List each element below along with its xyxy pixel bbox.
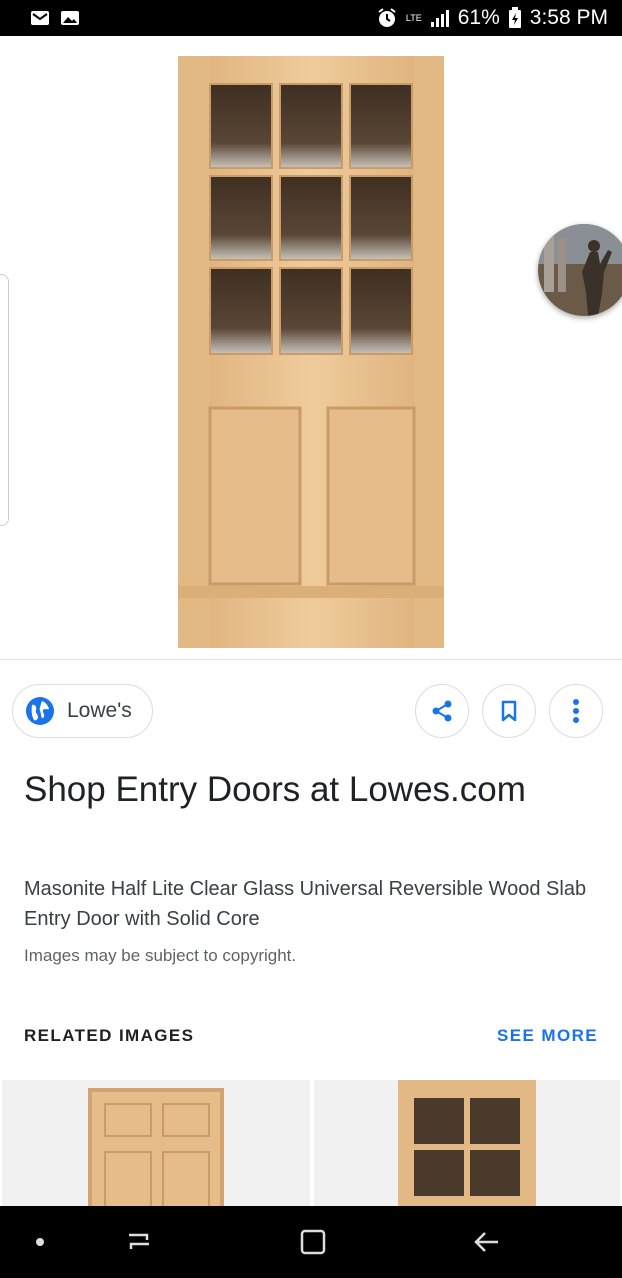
statue-thumbnail-image	[538, 224, 622, 316]
recent-apps-button[interactable]	[112, 1206, 166, 1278]
recent-apps-icon	[129, 1233, 149, 1249]
side-panel-handle[interactable]	[0, 274, 9, 526]
signal-icon	[430, 10, 449, 27]
home-icon	[300, 1229, 326, 1255]
related-image-thumbnail[interactable]	[2, 1080, 310, 1206]
alarm-icon	[378, 8, 396, 27]
divider	[0, 659, 622, 660]
battery-icon	[508, 7, 521, 28]
bookmark-icon	[501, 700, 517, 722]
back-button[interactable]	[460, 1206, 514, 1278]
dot-icon	[36, 1238, 44, 1246]
related-images-heading: RELATED IMAGES	[24, 1026, 195, 1045]
battery-percent: 61%	[457, 6, 500, 29]
gmail-icon	[31, 11, 49, 25]
result-title[interactable]: Shop Entry Doors at Lowes.com	[24, 766, 584, 814]
share-button[interactable]	[415, 684, 469, 738]
image-preview[interactable]	[0, 36, 622, 660]
save-button[interactable]	[482, 684, 536, 738]
back-icon	[474, 1232, 498, 1252]
glass-door-thumbnail	[398, 1080, 536, 1206]
related-circle-thumbnail[interactable]	[538, 224, 622, 316]
copyright-notice: Images may be subject to copyright.	[24, 946, 297, 965]
network-label: LTE	[405, 13, 422, 23]
clock: 3:58 PM	[529, 6, 608, 29]
door-image[interactable]	[178, 56, 444, 648]
see-more-link[interactable]: SEE MORE	[497, 1026, 598, 1046]
more-vert-icon	[573, 699, 579, 723]
navigation-bar	[0, 1206, 622, 1278]
source-chip[interactable]: Lowe's	[12, 684, 153, 738]
globe-icon	[26, 697, 54, 725]
panel-door-thumbnail	[88, 1088, 224, 1206]
result-description: Masonite Half Lite Clear Glass Universal…	[24, 878, 587, 930]
nav-dot[interactable]	[20, 1206, 60, 1278]
share-icon	[432, 700, 452, 722]
home-button[interactable]	[286, 1206, 340, 1278]
status-bar: LTE 61% 3:58 PM	[0, 0, 622, 36]
source-name: Lowe's	[67, 699, 132, 722]
gallery-icon	[61, 11, 79, 25]
related-image-thumbnail[interactable]	[314, 1080, 620, 1206]
more-options-button[interactable]	[549, 684, 603, 738]
related-images-row	[0, 1080, 622, 1206]
